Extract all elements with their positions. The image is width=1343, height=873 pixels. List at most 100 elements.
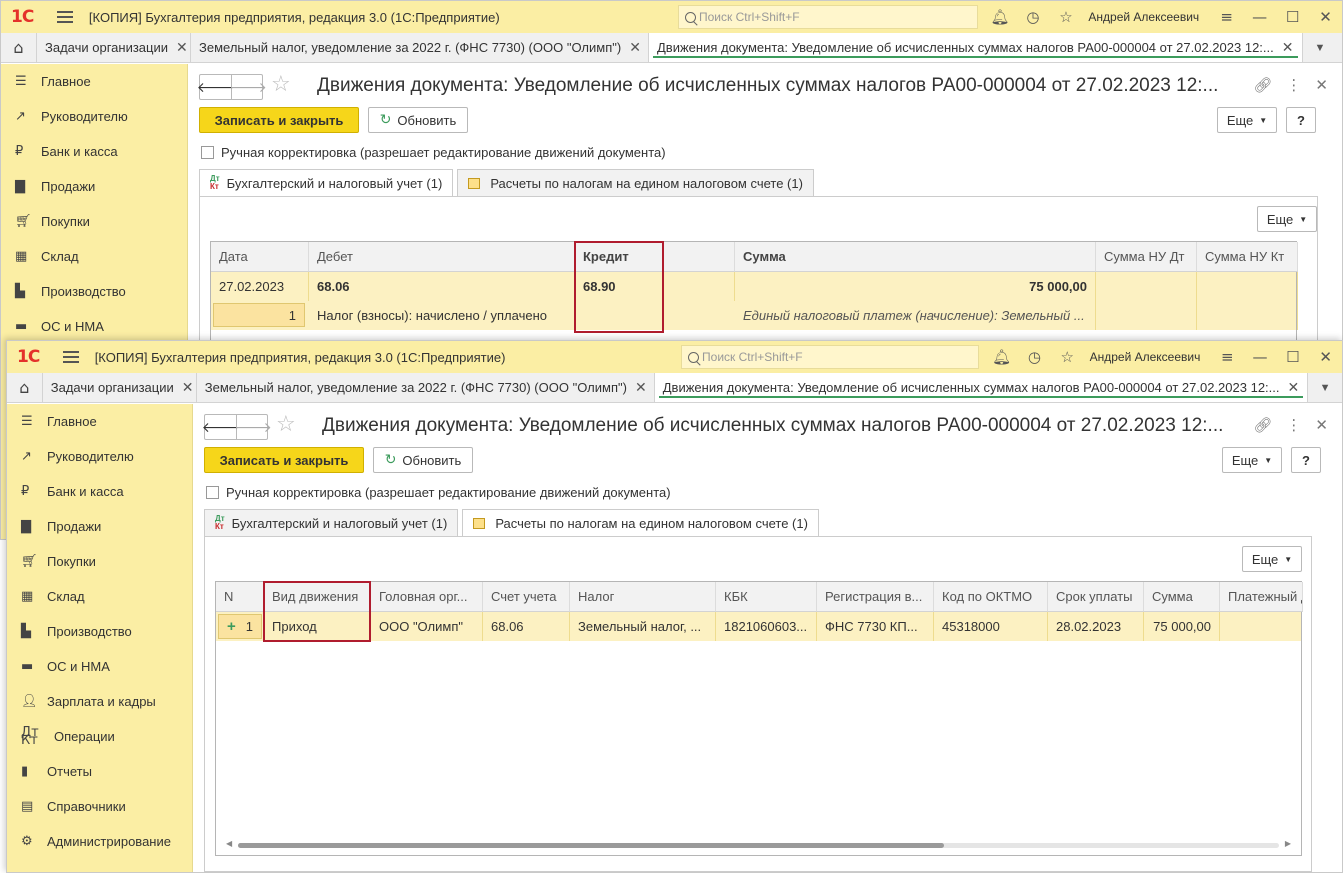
- sidebar-item-production[interactable]: ▙ Производство: [1, 274, 187, 309]
- user-name[interactable]: Андрей Алексеевич: [1084, 350, 1211, 364]
- sidebar-item-purchases[interactable]: 🛒︎ Покупки: [7, 544, 192, 579]
- col-sum-nu-dt[interactable]: Сумма НУ Дт: [1096, 242, 1197, 272]
- favorites-icon[interactable]: ☆: [1051, 348, 1084, 366]
- sidebar-item-production[interactable]: ▙ Производство: [7, 614, 192, 649]
- sidebar-item-main[interactable]: ☰ Главное: [7, 404, 192, 439]
- help-button[interactable]: ?: [1291, 447, 1321, 473]
- sidebar-item-main[interactable]: ☰ Главное: [1, 64, 187, 99]
- forward-arrow-icon[interactable]: 🡒: [229, 75, 267, 99]
- main-menu-icon[interactable]: [62, 351, 79, 363]
- home-icon[interactable]: ⌂: [1, 33, 37, 62]
- sidebar-item-bank[interactable]: ₽ Банк и касса: [1, 134, 187, 169]
- sidebar-item-assets[interactable]: ▬ ОС и НМА: [7, 649, 192, 684]
- history-icon[interactable]: ◷: [1017, 8, 1050, 26]
- sidebar-item-salary[interactable]: 👤︎ Зарплата и кадры: [7, 684, 192, 719]
- cell-content[interactable]: Единый налоговый платеж (начисление): Зе…: [735, 301, 1096, 330]
- close-tab-icon[interactable]: ✕: [182, 379, 194, 396]
- tab-document-movements[interactable]: Движения документа: Уведомление об исчис…: [649, 33, 1303, 62]
- cell-sum-nu-dt[interactable]: [1096, 272, 1197, 330]
- col-tax[interactable]: Налог: [570, 582, 716, 612]
- tab-tasks[interactable]: Задачи организации ✕: [37, 33, 191, 62]
- cell-n[interactable]: +1: [218, 614, 262, 639]
- forward-arrow-icon[interactable]: 🡒: [234, 415, 272, 439]
- tab-ens[interactable]: Расчеты по налогам на едином налоговом с…: [457, 169, 814, 196]
- close-icon[interactable]: ✕: [1309, 8, 1342, 26]
- sidebar-item-manager[interactable]: ↗ Руководителю: [7, 439, 192, 474]
- col-payment[interactable]: Платежный д...: [1220, 582, 1303, 612]
- more-vertical-icon[interactable]: ⋮: [1286, 416, 1301, 434]
- more-vertical-icon[interactable]: ⋮: [1286, 76, 1301, 94]
- cell-account[interactable]: 68.06: [483, 612, 570, 641]
- close-tab-icon[interactable]: ✕: [629, 39, 641, 56]
- cell-date[interactable]: 27.02.2023: [211, 272, 309, 301]
- manual-edit-checkbox[interactable]: Ручная корректировка (разрешает редактир…: [201, 145, 666, 160]
- form-close-icon[interactable]: ✕: [1315, 416, 1328, 434]
- settings-lines-icon[interactable]: ≡: [1211, 348, 1244, 366]
- sidebar-item-assets[interactable]: ▬ ОС и НМА: [1, 309, 187, 344]
- home-icon[interactable]: ⌂: [7, 373, 43, 402]
- history-icon[interactable]: ◷: [1018, 348, 1051, 366]
- col-n[interactable]: N: [216, 582, 264, 612]
- refresh-button[interactable]: ↻ Обновить: [368, 107, 468, 133]
- close-icon[interactable]: ✕: [1309, 348, 1342, 366]
- cell-oktmo[interactable]: 45318000: [934, 612, 1048, 641]
- col-sum[interactable]: Сумма: [1144, 582, 1220, 612]
- checkbox-box[interactable]: [206, 486, 219, 499]
- sidebar-item-warehouse[interactable]: ▦ Склад: [1, 239, 187, 274]
- sidebar-item-manager[interactable]: ↗ Руководителю: [1, 99, 187, 134]
- tab-land-tax[interactable]: Земельный налог, уведомление за 2022 г. …: [197, 373, 655, 402]
- link-icon[interactable]: 🔗︎: [1253, 76, 1272, 94]
- back-arrow-icon[interactable]: 🡐: [197, 75, 234, 99]
- form-close-icon[interactable]: ✕: [1315, 76, 1328, 94]
- sidebar-item-bank[interactable]: ₽ Банк и касса: [7, 474, 192, 509]
- help-button[interactable]: ?: [1286, 107, 1316, 133]
- more-button[interactable]: Еще ▼: [1222, 447, 1282, 473]
- col-kbk[interactable]: КБК: [716, 582, 817, 612]
- col-debit[interactable]: Дебет: [309, 242, 575, 272]
- manual-edit-checkbox[interactable]: Ручная корректировка (разрешает редактир…: [206, 485, 671, 500]
- tab-tasks[interactable]: Задачи организации ✕: [43, 373, 197, 402]
- col-org[interactable]: Головная орг...: [371, 582, 483, 612]
- minimize-icon[interactable]: —: [1243, 8, 1276, 26]
- horizontal-scrollbar[interactable]: ◀ ▶: [226, 839, 1291, 849]
- cell-debit[interactable]: 68.06: [309, 272, 575, 301]
- col-due[interactable]: Срок уплаты: [1048, 582, 1144, 612]
- col-date[interactable]: Дата: [211, 242, 309, 272]
- user-name[interactable]: Андрей Алексеевич: [1082, 10, 1210, 24]
- cell-reg[interactable]: ФНС 7730 КП...: [817, 612, 934, 641]
- tab-ens[interactable]: Расчеты по налогам на едином налоговом с…: [462, 509, 819, 538]
- sidebar-item-warehouse[interactable]: ▦ Склад: [7, 579, 192, 614]
- col-sum[interactable]: Сумма: [735, 242, 1096, 272]
- bell-icon[interactable]: 🔔︎: [985, 348, 1018, 366]
- col-sum-nu-kt[interactable]: Сумма НУ Кт: [1197, 242, 1298, 272]
- close-tab-icon[interactable]: ✕: [1288, 379, 1300, 396]
- cell-debit-desc[interactable]: Налог (взносы): начислено / уплачено: [309, 301, 575, 330]
- sidebar-item-operations[interactable]: Дт Кт Операции: [7, 719, 192, 754]
- close-tab-icon[interactable]: ✕: [176, 39, 188, 56]
- more-button[interactable]: Еще ▼: [1217, 107, 1277, 133]
- settings-lines-icon[interactable]: ≡: [1210, 8, 1243, 26]
- back-arrow-icon[interactable]: 🡐: [202, 415, 239, 439]
- tab-accounting[interactable]: Дт Кт Бухгалтерский и налоговый учет (1): [204, 509, 459, 536]
- cell-payment[interactable]: [1220, 612, 1303, 641]
- maximize-icon[interactable]: ☐: [1276, 8, 1309, 26]
- sidebar-item-sales[interactable]: ▇ Продажи: [7, 509, 192, 544]
- cell-sum[interactable]: 75 000,00: [735, 272, 1096, 301]
- tab-land-tax[interactable]: Земельный налог, уведомление за 2022 г. …: [191, 33, 649, 62]
- ens-table[interactable]: N Вид движения Головная орг... Счет учет…: [215, 581, 1303, 856]
- main-menu-icon[interactable]: [56, 11, 73, 23]
- col-reg[interactable]: Регистрация в...: [817, 582, 934, 612]
- table-more-button[interactable]: Еще ▼: [1257, 206, 1317, 232]
- cell-org[interactable]: ООО "Олимп": [371, 612, 483, 641]
- sidebar-item-reports[interactable]: ▮ Отчеты: [7, 754, 192, 789]
- scroll-thumb[interactable]: [238, 843, 944, 848]
- tab-document-movements[interactable]: Движения документа: Уведомление об исчис…: [654, 373, 1309, 402]
- col-oktmo[interactable]: Код по ОКТМО: [934, 582, 1048, 612]
- tabs-dropdown-icon[interactable]: ▼: [1308, 373, 1342, 402]
- favorite-star-icon[interactable]: ☆: [276, 412, 296, 437]
- cell-sum-nu-kt[interactable]: [1197, 272, 1298, 330]
- tab-accounting[interactable]: Дт Кт Бухгалтерский и налоговый учет (1): [199, 169, 454, 198]
- minimize-icon[interactable]: —: [1244, 348, 1277, 366]
- save-and-close-button[interactable]: Записать и закрыть: [204, 447, 364, 473]
- cell-number[interactable]: 1: [213, 303, 305, 327]
